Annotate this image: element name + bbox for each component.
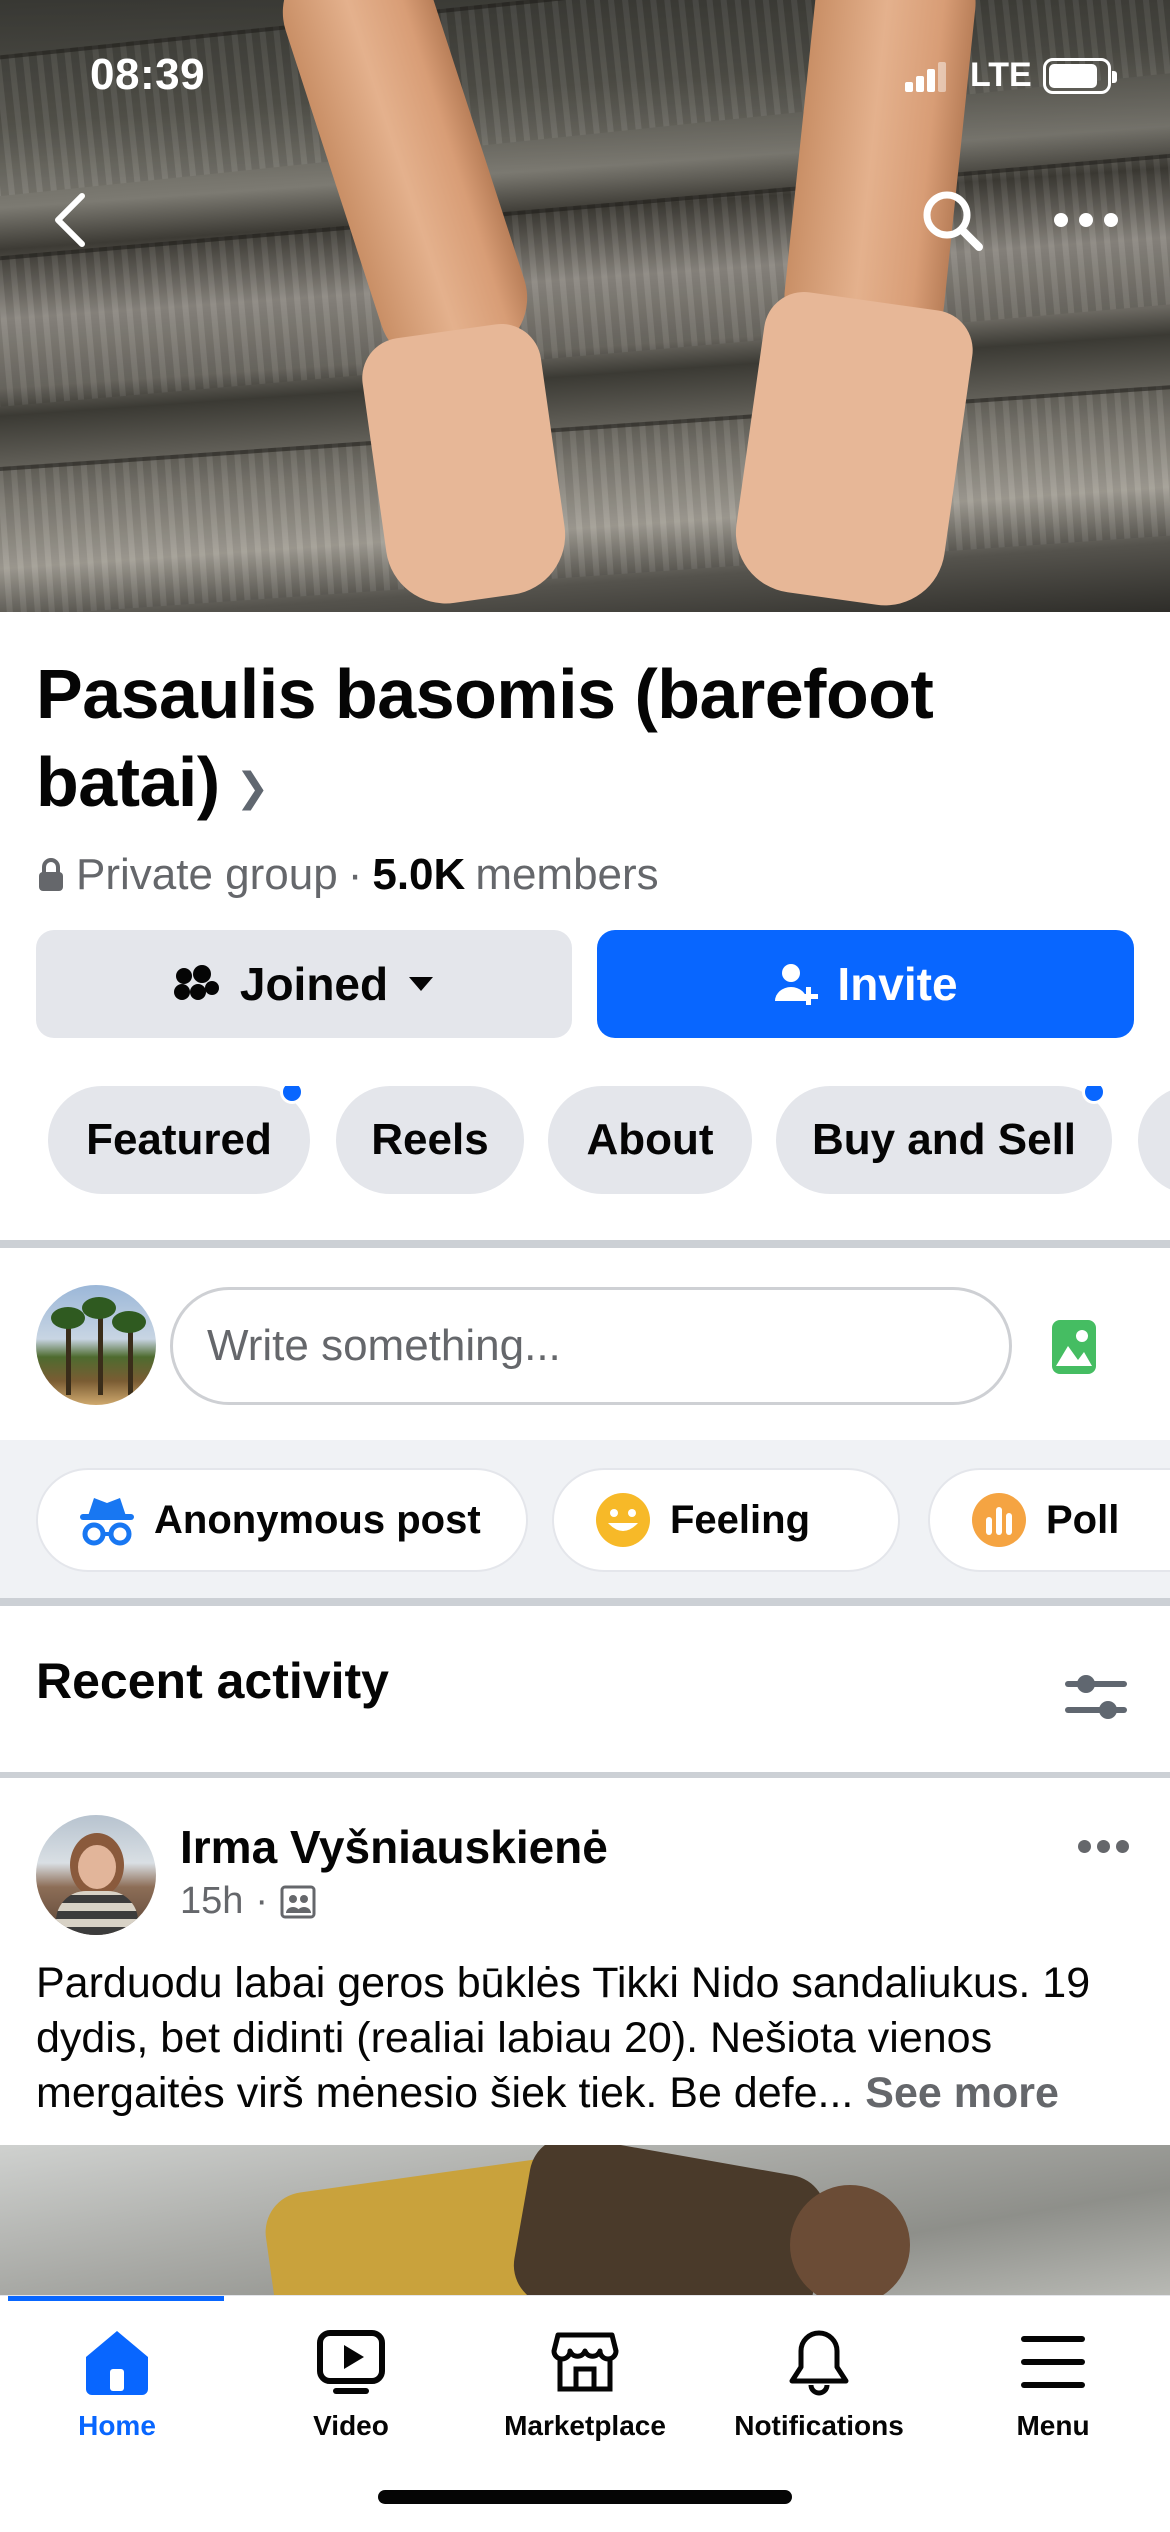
search-icon — [923, 191, 983, 251]
members-count: 5.0K — [372, 850, 466, 899]
group-tabs: Featured Reels About Buy and Sell — [48, 1086, 1170, 1194]
signal-icon — [905, 62, 947, 92]
nav-marketplace[interactable]: Marketplace — [468, 2326, 702, 2476]
tab-label: Buy and Sell — [811, 1115, 1077, 1164]
smiley-icon — [596, 1493, 650, 1547]
invite-label: Invite — [837, 958, 958, 1010]
sandal-shape — [507, 2145, 833, 2295]
feeling-button[interactable]: Feeling — [552, 1468, 900, 1572]
caret-down-icon — [409, 977, 434, 991]
battery-icon — [1043, 58, 1117, 94]
bench-plank — [0, 150, 1170, 410]
write-placeholder: Write something... — [207, 1321, 561, 1370]
add-person-icon — [775, 964, 819, 1005]
post-time[interactable]: 15h — [180, 1880, 243, 1923]
notification-dot — [1082, 1086, 1106, 1104]
privacy-label: Private group — [76, 850, 338, 899]
nav-label: Marketplace — [504, 2410, 666, 2441]
network-label: LTE — [970, 56, 1032, 94]
anonymous-post-button[interactable]: Anonymous post — [36, 1468, 528, 1572]
cover-photo[interactable]: 08:39 LTE — [0, 0, 1170, 612]
section-divider — [0, 1598, 1170, 1606]
meta-separator: · — [347, 850, 363, 899]
group-name[interactable]: Pasaulis basomis (barefoot batai) ❯ — [36, 650, 1126, 832]
group-meta: Private group · 5.0K members — [36, 850, 659, 900]
chevron-right-icon: ❯ — [235, 765, 270, 810]
tab-label: About — [586, 1115, 714, 1164]
tab-label: Featured — [86, 1115, 272, 1164]
photo-icon[interactable] — [1050, 1318, 1098, 1376]
more-dots-icon — [1054, 213, 1118, 227]
bench-plank — [0, 382, 1170, 612]
back-button[interactable] — [30, 180, 110, 260]
tab-featured[interactable]: Featured — [48, 1086, 310, 1194]
write-something-input[interactable]: Write something... — [170, 1287, 1012, 1405]
nav-label: Video — [313, 2410, 389, 2441]
bell-icon — [783, 2326, 855, 2398]
nav-menu[interactable]: Menu — [936, 2326, 1170, 2476]
home-indicator[interactable] — [378, 2490, 792, 2504]
post-more-icon[interactable] — [1078, 1840, 1130, 1854]
filter-sliders-icon[interactable] — [1064, 1670, 1128, 1724]
group-page: 08:39 LTE Pasaulis basomis (barefoot bat… — [0, 0, 1170, 2532]
post-image[interactable] — [0, 2145, 1170, 2295]
nav-label: Menu — [1016, 2410, 1090, 2441]
child-foot — [728, 286, 978, 612]
marketplace-icon — [549, 2326, 621, 2398]
group-members-icon — [173, 965, 219, 1000]
user-avatar[interactable] — [36, 1285, 156, 1405]
post-meta: 15h · — [180, 1880, 316, 1923]
post-author-name[interactable]: Irma Vyšniauskienė — [180, 1820, 608, 1874]
sandal-shape — [790, 2185, 910, 2295]
poll-icon — [972, 1493, 1026, 1547]
group-audience-icon — [280, 1885, 316, 1918]
nav-notifications[interactable]: Notifications — [702, 2326, 936, 2476]
incognito-icon — [80, 1498, 134, 1546]
joined-button[interactable]: Joined — [36, 930, 572, 1038]
status-bar: 08:39 LTE — [0, 48, 1170, 108]
chip-label: Poll — [1046, 1497, 1120, 1542]
tab-buy-and-sell[interactable]: Buy and Sell — [776, 1086, 1112, 1194]
status-time: 08:39 — [90, 50, 206, 99]
members-label: members — [475, 850, 659, 899]
recent-activity-title: Recent activity — [36, 1653, 389, 1709]
notification-dot — [280, 1086, 304, 1104]
group-name-text: Pasaulis basomis (barefoot batai) — [36, 655, 934, 821]
chip-label: Feeling — [670, 1497, 811, 1542]
joined-label: Joined — [239, 958, 389, 1010]
section-divider — [0, 1240, 1170, 1248]
section-divider — [0, 1772, 1170, 1778]
post-author-avatar[interactable] — [36, 1815, 156, 1935]
nav-home[interactable]: Home — [0, 2326, 234, 2476]
tab-about[interactable]: About — [548, 1086, 752, 1194]
home-icon — [81, 2326, 153, 2398]
chip-label: Anonymous post — [154, 1497, 481, 1542]
nav-label: Home — [78, 2410, 156, 2441]
search-button[interactable] — [912, 180, 992, 260]
lock-icon — [39, 858, 63, 891]
tab-label: Reels — [371, 1115, 489, 1164]
nav-label: Notifications — [734, 2410, 904, 2441]
see-more-link[interactable]: See more — [865, 2069, 1059, 2117]
quick-actions: Anonymous post Feeling Poll — [0, 1440, 1170, 1600]
tab-more[interactable] — [1138, 1086, 1170, 1194]
hamburger-menu-icon — [1017, 2326, 1089, 2398]
meta-dot: · — [255, 1880, 269, 1922]
nav-video[interactable]: Video — [234, 2326, 468, 2476]
back-arrow-icon — [55, 193, 85, 247]
tab-reels[interactable]: Reels — [336, 1086, 524, 1194]
video-icon — [315, 2326, 387, 2398]
invite-button[interactable]: Invite — [597, 930, 1134, 1038]
refresh-progress-bar — [8, 2296, 224, 2301]
post-text: Parduodu labai geros būklės Tikki Nido s… — [36, 1956, 1136, 2121]
more-options-button[interactable] — [1046, 180, 1126, 260]
poll-button[interactable]: Poll — [928, 1468, 1170, 1572]
